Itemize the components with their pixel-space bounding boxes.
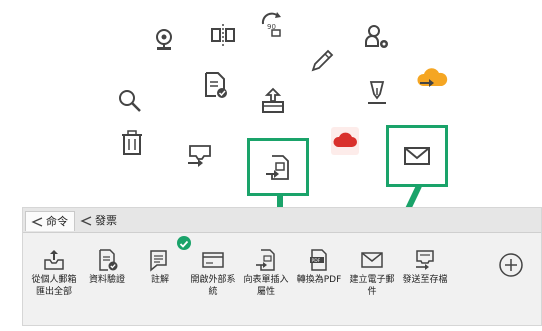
tool-label: 向表單插入屬性: [243, 275, 289, 297]
tool-label: 轉換為PDF: [296, 275, 342, 285]
tool-comment[interactable]: 註解: [137, 248, 183, 286]
tool-create-email[interactable]: 建立電子郵件: [349, 248, 395, 298]
user-settings-icon: [362, 22, 392, 52]
document-check-icon: [200, 70, 230, 100]
external-system-icon: [201, 248, 225, 272]
share-icon: [31, 217, 43, 227]
tool-export-mail[interactable]: 從個人郵箱匯出全部: [31, 248, 77, 298]
tool-label: 資料驗證: [88, 275, 125, 285]
tool-label: 註解: [150, 275, 169, 285]
split-view-icon: [208, 20, 238, 50]
tool-label: 建立電子郵件: [349, 275, 395, 297]
tool-insert-attribute[interactable]: 向表單插入屬性: [243, 248, 289, 298]
tab-commands[interactable]: 命令: [25, 211, 75, 231]
pen-nib-icon: [362, 78, 392, 108]
email-icon: [402, 141, 432, 171]
tool-label: 開啟外部系統: [190, 275, 236, 297]
tool-send-archive[interactable]: 發送至存檔: [402, 248, 448, 286]
archive-icon: [413, 248, 437, 272]
ribbon-tabs: 命令 發票: [23, 208, 541, 233]
insert-attribute-icon: [254, 248, 278, 272]
webcam-icon: [149, 26, 179, 56]
add-tool-button[interactable]: [491, 252, 531, 278]
inbox-import-icon: [185, 140, 215, 170]
share-icon: [80, 216, 92, 226]
verify-icon: [95, 248, 119, 272]
tool-verify[interactable]: 資料驗證: [84, 248, 130, 286]
search-icon: [115, 86, 145, 116]
tab-label: 命令: [46, 215, 68, 228]
command-ribbon: 命令 發票 從個人郵箱匯出全部 資料驗證 註解 開啟外部系統 向表單插入屬性 P…: [22, 207, 542, 326]
insert-attribute-icon: [263, 153, 293, 183]
highlight-insert-attribute: [247, 138, 309, 196]
trash-icon: [117, 128, 147, 158]
svg-text:PDF: PDF: [312, 258, 321, 264]
tool-label: 發送至存檔: [402, 275, 448, 285]
plus-circle-icon: [498, 252, 524, 278]
pencil-icon: [307, 46, 337, 76]
cloud-red-icon: [330, 126, 360, 156]
pdf-icon: PDF: [307, 248, 331, 272]
tool-external-system[interactable]: 開啟外部系統: [190, 248, 236, 298]
export-mail-icon: [42, 248, 66, 272]
rotate-90-icon: 90: [258, 10, 288, 40]
tab-label: 發票: [95, 214, 117, 227]
upload-box-icon: [258, 86, 288, 116]
tool-label: 從個人郵箱匯出全部: [31, 275, 77, 297]
tool-convert-pdf[interactable]: PDF 轉換為PDF: [296, 248, 342, 286]
cloud-import-icon: [415, 64, 449, 94]
comment-icon: [148, 248, 172, 272]
highlight-email: [386, 125, 448, 187]
check-badge-icon: [177, 236, 191, 250]
email-icon: [360, 248, 384, 272]
tab-invoice[interactable]: 發票: [75, 211, 123, 231]
